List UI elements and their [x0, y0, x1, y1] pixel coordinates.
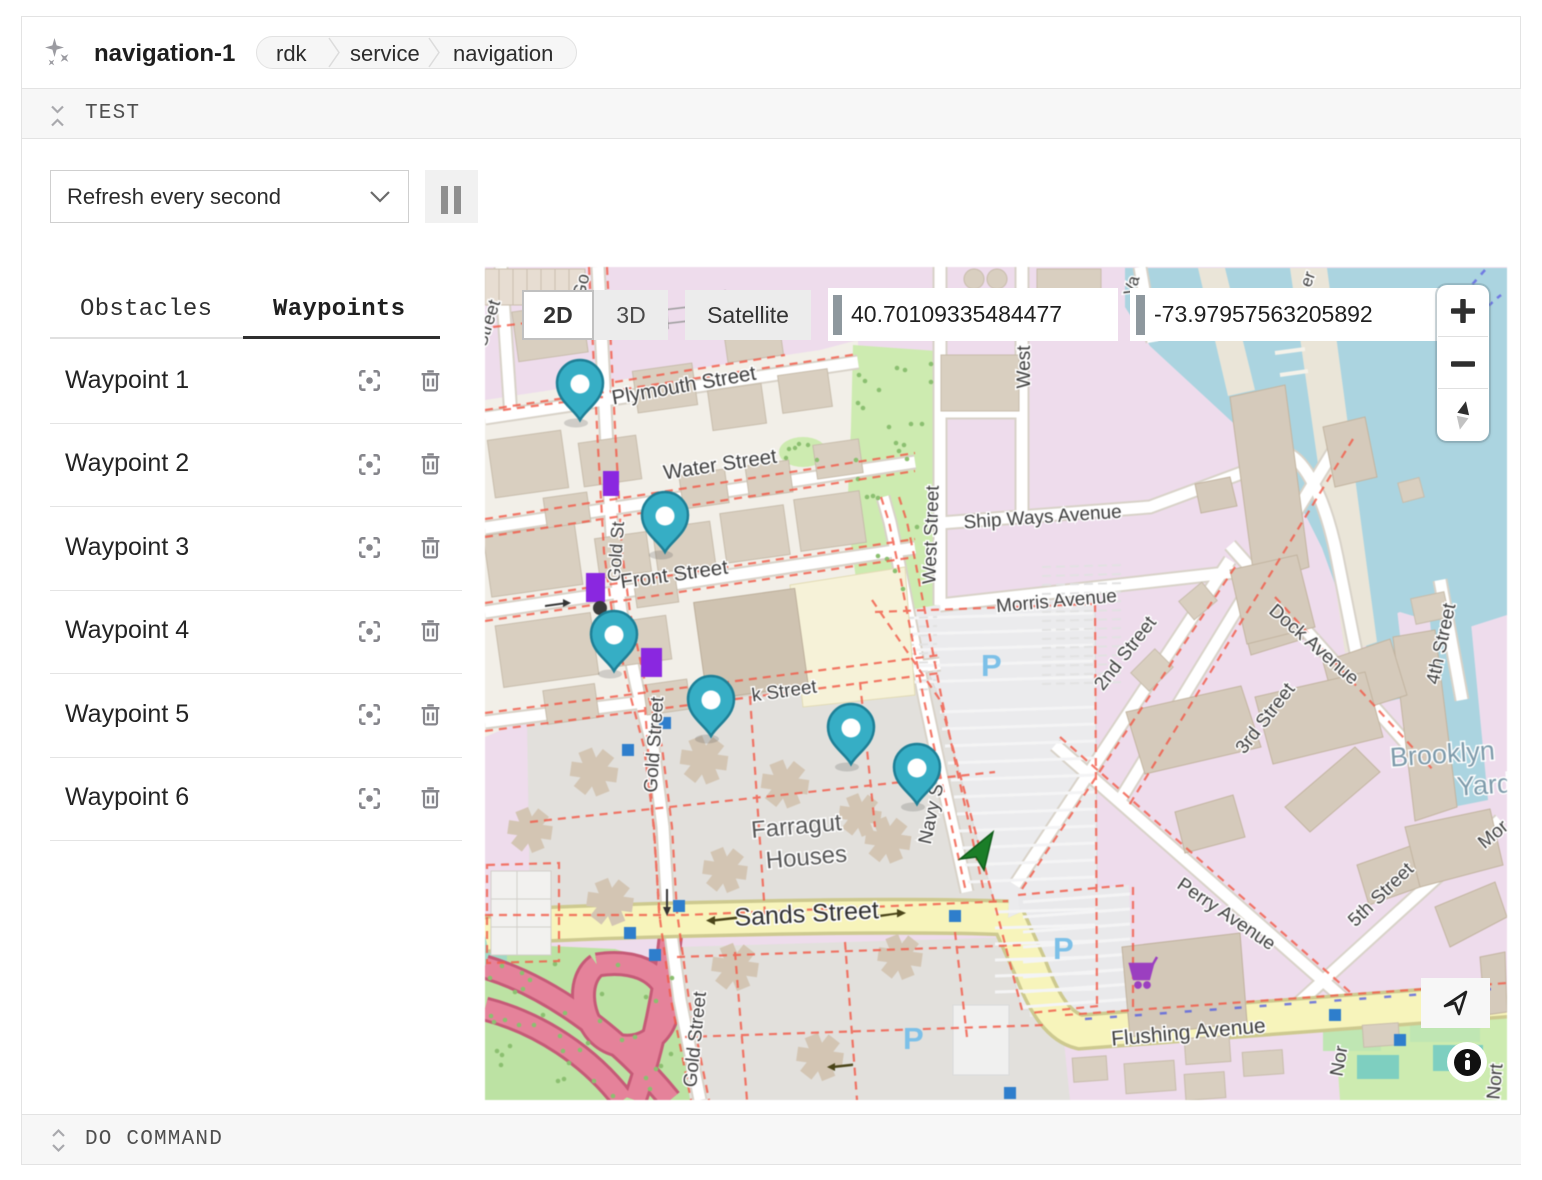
svg-text:P: P	[1053, 931, 1074, 966]
svg-text:Nort: Nort	[1483, 1062, 1507, 1100]
svg-text:P: P	[903, 1021, 924, 1056]
svg-text:P: P	[981, 648, 1002, 683]
svg-text:Yard: Yard	[1456, 768, 1507, 802]
svg-text:West: West	[1014, 345, 1035, 389]
svg-text:West Street: West Street	[919, 484, 943, 584]
